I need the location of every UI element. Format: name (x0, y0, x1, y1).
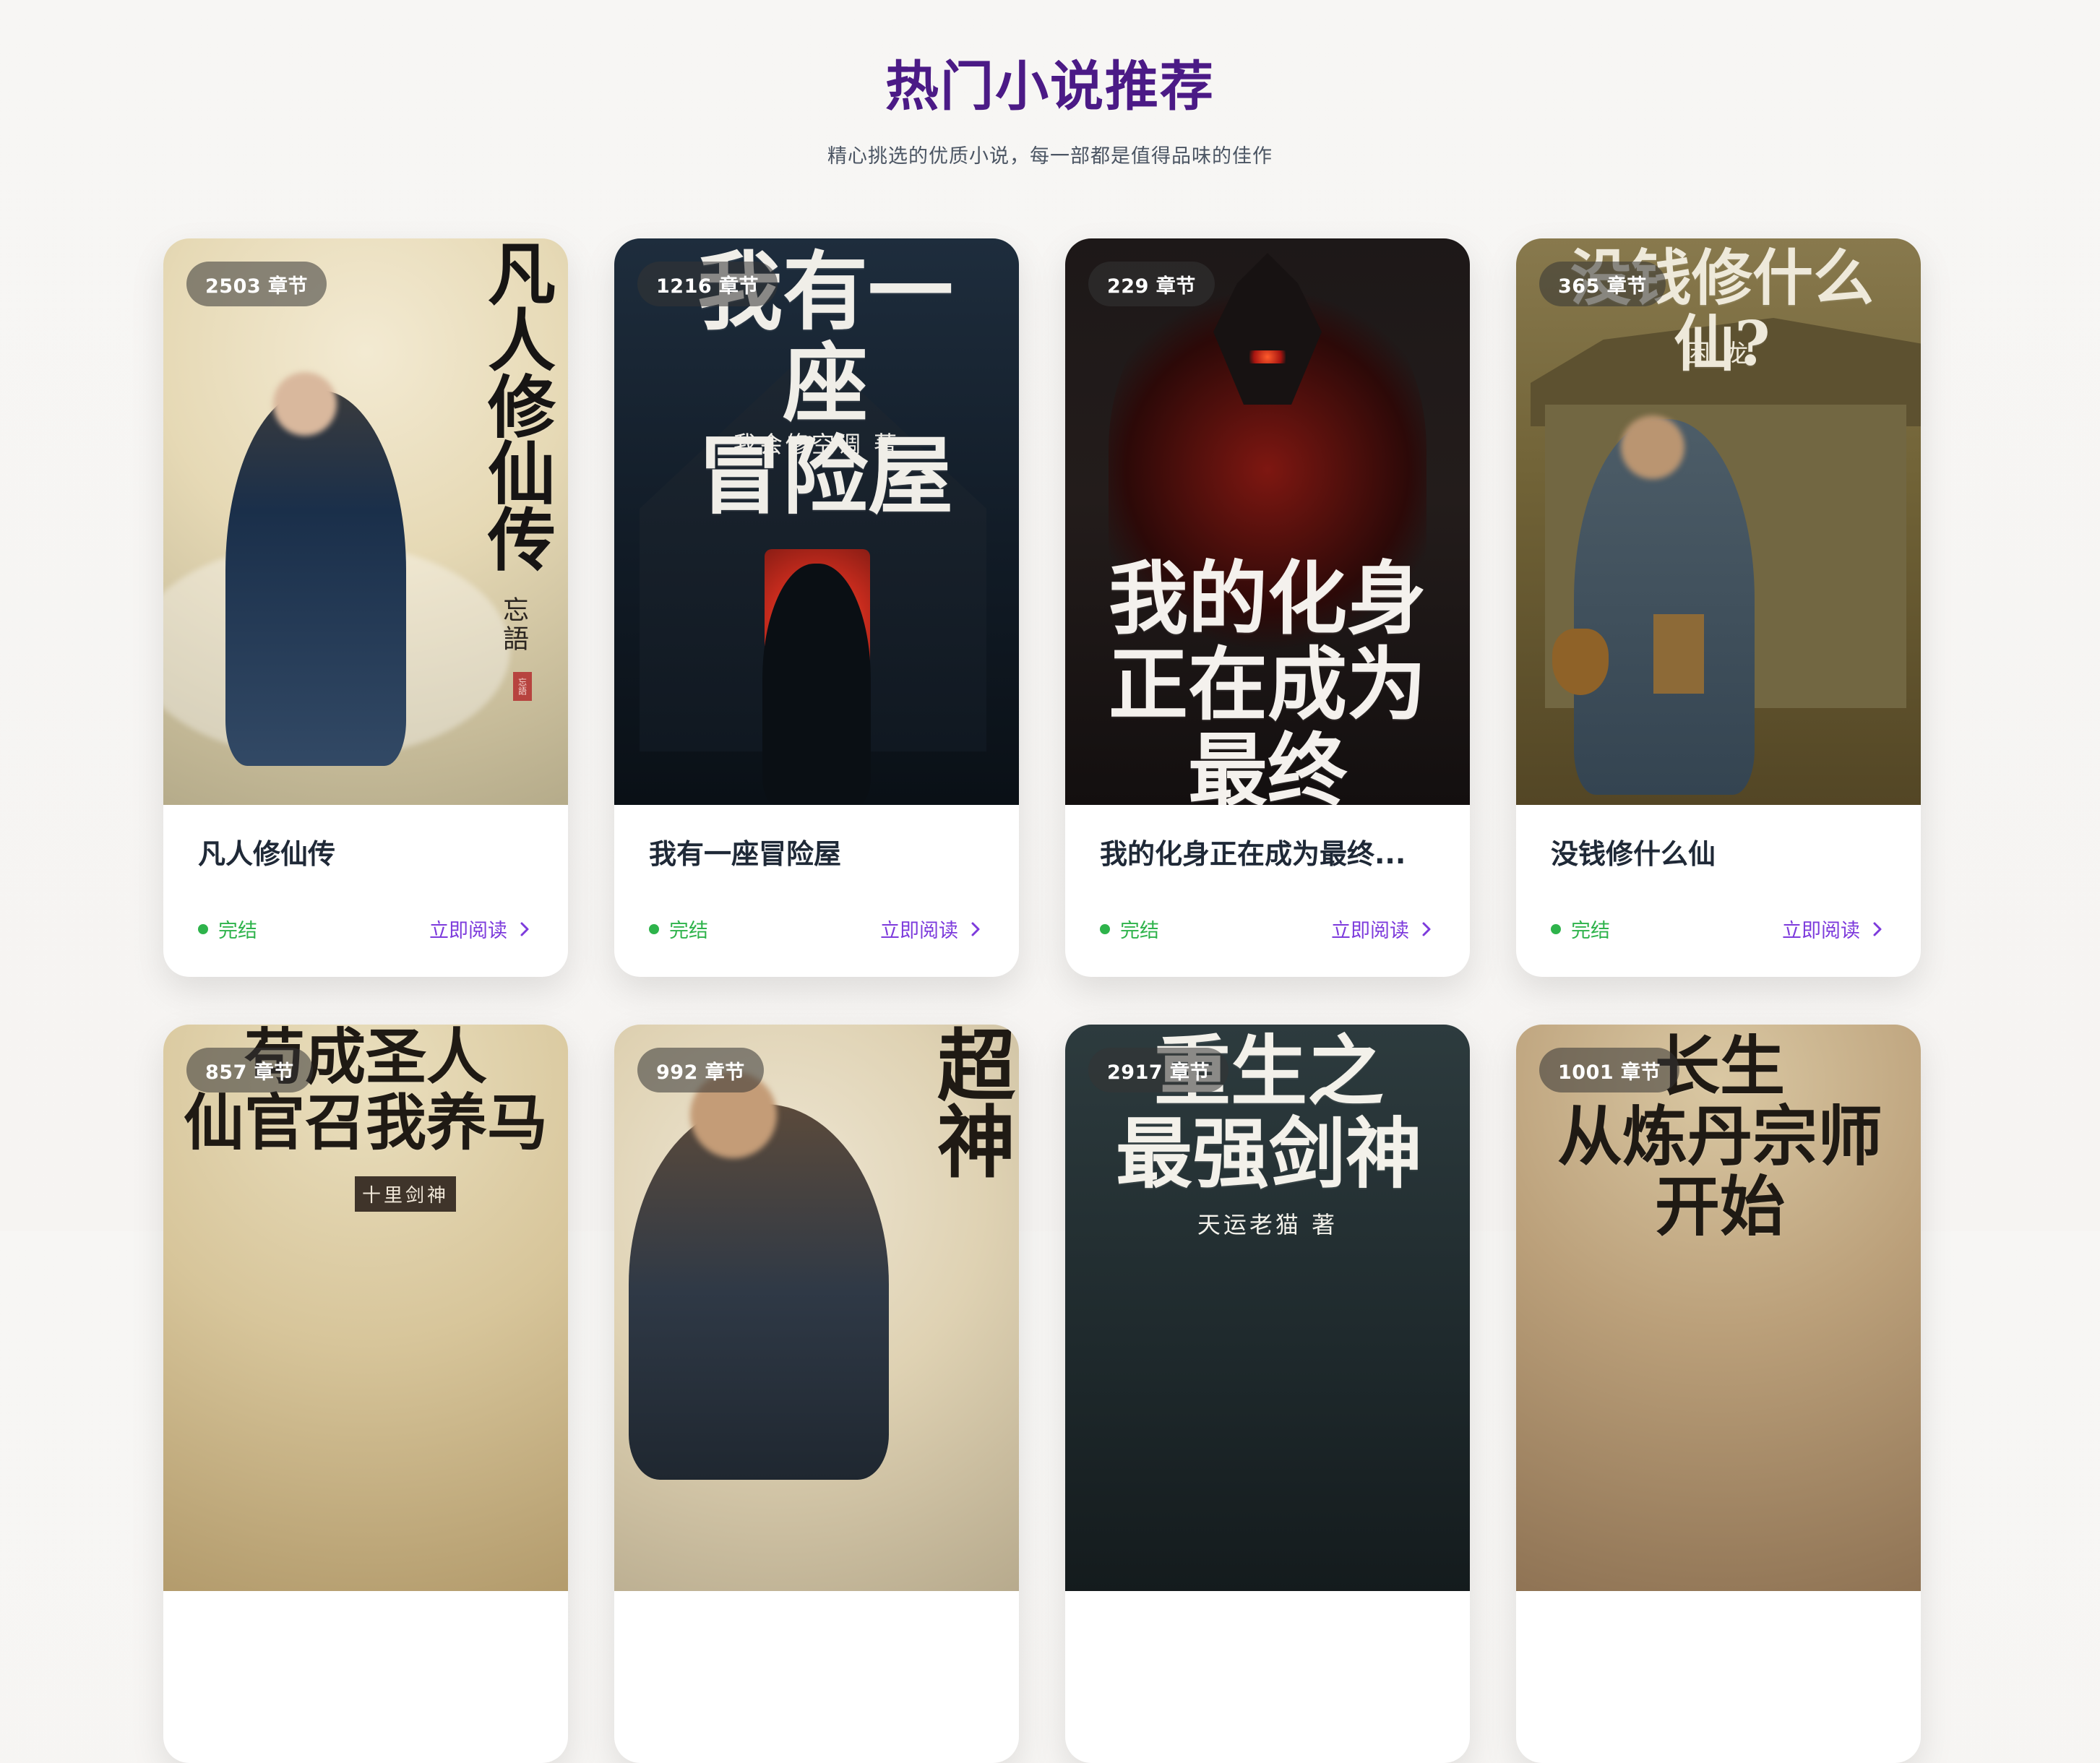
cultivator-figure (225, 390, 406, 766)
chapter-badge: 1216 章节 (637, 262, 778, 306)
novel-card[interactable]: 没钱修什么仙? 困 龙 365 章节 没钱修什么仙 完结 立即阅读 (1516, 238, 1921, 977)
chapter-badge: 1001 章节 (1539, 1048, 1680, 1092)
cover-seal: 忘語 (513, 672, 532, 701)
status-dot-icon (1551, 923, 1561, 934)
chevron-right-icon (520, 922, 529, 936)
money-bag (1552, 629, 1609, 695)
card-body: 我的化身正在成为最终... 完结 立即阅读 (1065, 805, 1470, 977)
book-cover[interactable]: 我有一座 冒险屋 我会修空调 著 1216 章节 (614, 238, 1019, 805)
status-dot-icon (198, 923, 208, 934)
book-cover[interactable]: 凡人修仙传 忘語 忘語 2503 章节 (163, 238, 568, 805)
novel-card[interactable]: 重生之 最强剑神 天运老猫 著 2917 章节 (1065, 1025, 1470, 1763)
chevron-right-icon (971, 922, 980, 936)
cover-author: 忘語 (499, 596, 528, 654)
status: 完结 (198, 915, 257, 943)
status: 完结 (1551, 915, 1610, 943)
status-text: 完结 (218, 920, 257, 942)
cover-title: 我的化身 正在成为 最终BOSS (1109, 552, 1426, 805)
status-dot-icon (649, 923, 659, 934)
read-now-label: 立即阅读 (1331, 920, 1409, 942)
book-cover[interactable]: 没钱修什么仙? 困 龙 365 章节 (1516, 238, 1921, 805)
read-now-label: 立即阅读 (880, 920, 958, 942)
glowing-eyes (1249, 350, 1286, 363)
cover-title: 凡人修仙传 (476, 238, 556, 571)
novel-card[interactable]: 我的化身 正在成为 最终BOSS 229 章节 我的化身正在成为最终... 完结… (1065, 238, 1470, 977)
chapter-badge: 365 章节 (1539, 262, 1666, 306)
read-now-link[interactable]: 立即阅读 (1782, 915, 1886, 943)
read-now-label: 立即阅读 (429, 920, 507, 942)
book-title[interactable]: 我的化身正在成为最终... (1100, 838, 1435, 874)
cover-head (273, 372, 337, 436)
book-cover[interactable]: 苟成圣人 仙官召我养马 十里剑神 857 章节 (163, 1025, 568, 1591)
cover-author: 我会修空调 著 (733, 431, 900, 458)
chevron-right-icon (1422, 922, 1431, 936)
card-meta: 完结 立即阅读 (1551, 915, 1886, 943)
read-now-label: 立即阅读 (1782, 920, 1860, 942)
book-title[interactable]: 凡人修仙传 (198, 838, 533, 874)
book-object (1653, 614, 1704, 694)
card-meta: 完结 立即阅读 (649, 915, 984, 943)
novel-grid: 凡人修仙传 忘語 忘語 2503 章节 凡人修仙传 完结 立即阅读 我有一座 冒… (163, 238, 1922, 1763)
page-subtitle: 精心挑选的优质小说，每一部都是值得品味的佳作 (827, 145, 1273, 168)
book-cover[interactable]: 重生之 最强剑神 天运老猫 著 2917 章节 (1065, 1025, 1470, 1591)
book-cover[interactable]: 超神 992 章节 (614, 1025, 1019, 1591)
status-text: 完结 (1571, 920, 1610, 942)
card-body: 凡人修仙传 完结 立即阅读 (163, 805, 568, 977)
book-cover[interactable]: 我的化身 正在成为 最终BOSS 229 章节 (1065, 238, 1470, 805)
book-title[interactable]: 没钱修什么仙 (1551, 838, 1886, 874)
book-cover[interactable]: 长生 从炼丹宗师 开始 1001 章节 (1516, 1025, 1921, 1591)
status-dot-icon (1100, 923, 1110, 934)
card-body: 我有一座冒险屋 完结 立即阅读 (614, 805, 1019, 977)
read-now-link[interactable]: 立即阅读 (880, 915, 984, 943)
read-now-link[interactable]: 立即阅读 (1331, 915, 1435, 943)
read-now-link[interactable]: 立即阅读 (429, 915, 533, 943)
chapter-badge: 992 章节 (637, 1048, 764, 1092)
page-header: 热门小说推荐 精心挑选的优质小说，每一部都是值得品味的佳作 (0, 43, 2100, 168)
cover-title: 超神 (924, 1025, 1015, 1178)
status-text: 完结 (669, 920, 708, 942)
cover-author: 困 龙 (1685, 340, 1752, 368)
card-meta: 完结 立即阅读 (1100, 915, 1435, 943)
page-title: 热门小说推荐 (885, 56, 1215, 118)
hero-figure (629, 1104, 889, 1480)
chevron-right-icon (1873, 922, 1882, 936)
novel-card[interactable]: 长生 从炼丹宗师 开始 1001 章节 (1516, 1025, 1921, 1763)
card-body: 没钱修什么仙 完结 立即阅读 (1516, 805, 1921, 977)
cover-head (1621, 415, 1684, 479)
status: 完结 (649, 915, 708, 943)
novel-card[interactable]: 苟成圣人 仙官召我养马 十里剑神 857 章节 (163, 1025, 568, 1763)
card-meta: 完结 立即阅读 (198, 915, 533, 943)
chapter-badge: 2503 章节 (186, 262, 327, 306)
status: 完结 (1100, 915, 1159, 943)
chapter-badge: 2917 章节 (1088, 1048, 1229, 1092)
cover-author: 十里剑神 (355, 1176, 456, 1212)
cover-author: 天运老猫 著 (1197, 1211, 1338, 1238)
book-title[interactable]: 我有一座冒险屋 (649, 838, 984, 874)
novel-card[interactable]: 凡人修仙传 忘語 忘語 2503 章节 凡人修仙传 完结 立即阅读 (163, 238, 568, 977)
novel-card[interactable]: 我有一座 冒险屋 我会修空调 著 1216 章节 我有一座冒险屋 完结 立即阅读 (614, 238, 1019, 977)
novel-card[interactable]: 超神 992 章节 (614, 1025, 1019, 1763)
chapter-badge: 857 章节 (186, 1048, 313, 1092)
chapter-badge: 229 章节 (1088, 262, 1215, 306)
figure-silhouette (762, 564, 871, 805)
status-text: 完结 (1120, 920, 1159, 942)
